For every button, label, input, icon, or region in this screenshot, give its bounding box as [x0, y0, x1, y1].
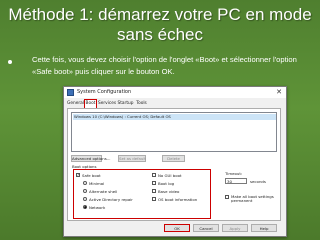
timeout-label: Timeout:: [225, 171, 243, 176]
close-button[interactable]: ✕: [274, 88, 284, 97]
advanced-options-button[interactable]: Advanced options...: [71, 155, 111, 162]
delete-button[interactable]: Delete: [162, 155, 185, 162]
os-list[interactable]: Windows 10 (C:\Windows) : Current OS; De…: [71, 112, 277, 152]
window-titlebar: System Configuration ✕: [64, 87, 286, 98]
checkbox-icon: [152, 189, 156, 193]
radio-selected-icon: ●: [83, 205, 87, 209]
cancel-button[interactable]: Cancel: [193, 224, 219, 232]
tab-boot[interactable]: Boot: [84, 99, 97, 108]
apply-button[interactable]: Apply: [222, 224, 248, 232]
os-list-item[interactable]: Windows 10 (C:\Windows) : Current OS; De…: [73, 114, 276, 120]
radio-icon: [83, 197, 87, 201]
timeout-input[interactable]: 30: [225, 178, 247, 184]
timeout-unit: seconds: [250, 179, 266, 184]
radio-icon: [83, 181, 87, 185]
tab-services[interactable]: Services: [98, 100, 116, 108]
system-configuration-window: System Configuration ✕ General Boot Serv…: [63, 86, 287, 237]
tab-tools[interactable]: Tools: [135, 100, 148, 108]
window-title: System Configuration: [77, 89, 132, 95]
checkbox-icon: [225, 195, 229, 199]
tab-general[interactable]: General: [67, 100, 84, 108]
tab-startup[interactable]: Startup: [117, 100, 134, 108]
bullet-text: Cette fois, vous devez choisir l'option …: [32, 55, 297, 76]
checkbox-icon: [152, 197, 156, 201]
boot-tab-panel: Windows 10 (C:\Windows) : Current OS; De…: [67, 108, 281, 221]
radio-icon: [83, 189, 87, 193]
set-as-default-button[interactable]: Set as default: [118, 155, 146, 162]
bullet-dot-icon: [8, 60, 12, 64]
checkbox-icon: [152, 181, 156, 185]
system-config-icon: [67, 89, 74, 96]
help-button[interactable]: Help: [251, 224, 277, 232]
checkbox-checked-icon: ✓: [76, 173, 80, 177]
slide-title: Méthode 1: démarrez votre PC en mode san…: [8, 5, 312, 44]
safe-boot-options-group: ✓ Safe boot Minimal Alternate shell Acti…: [73, 169, 211, 219]
ok-button[interactable]: OK: [164, 224, 190, 232]
dialog-footer: OK Cancel Apply Help: [64, 224, 286, 233]
checkbox-icon: [152, 173, 156, 177]
